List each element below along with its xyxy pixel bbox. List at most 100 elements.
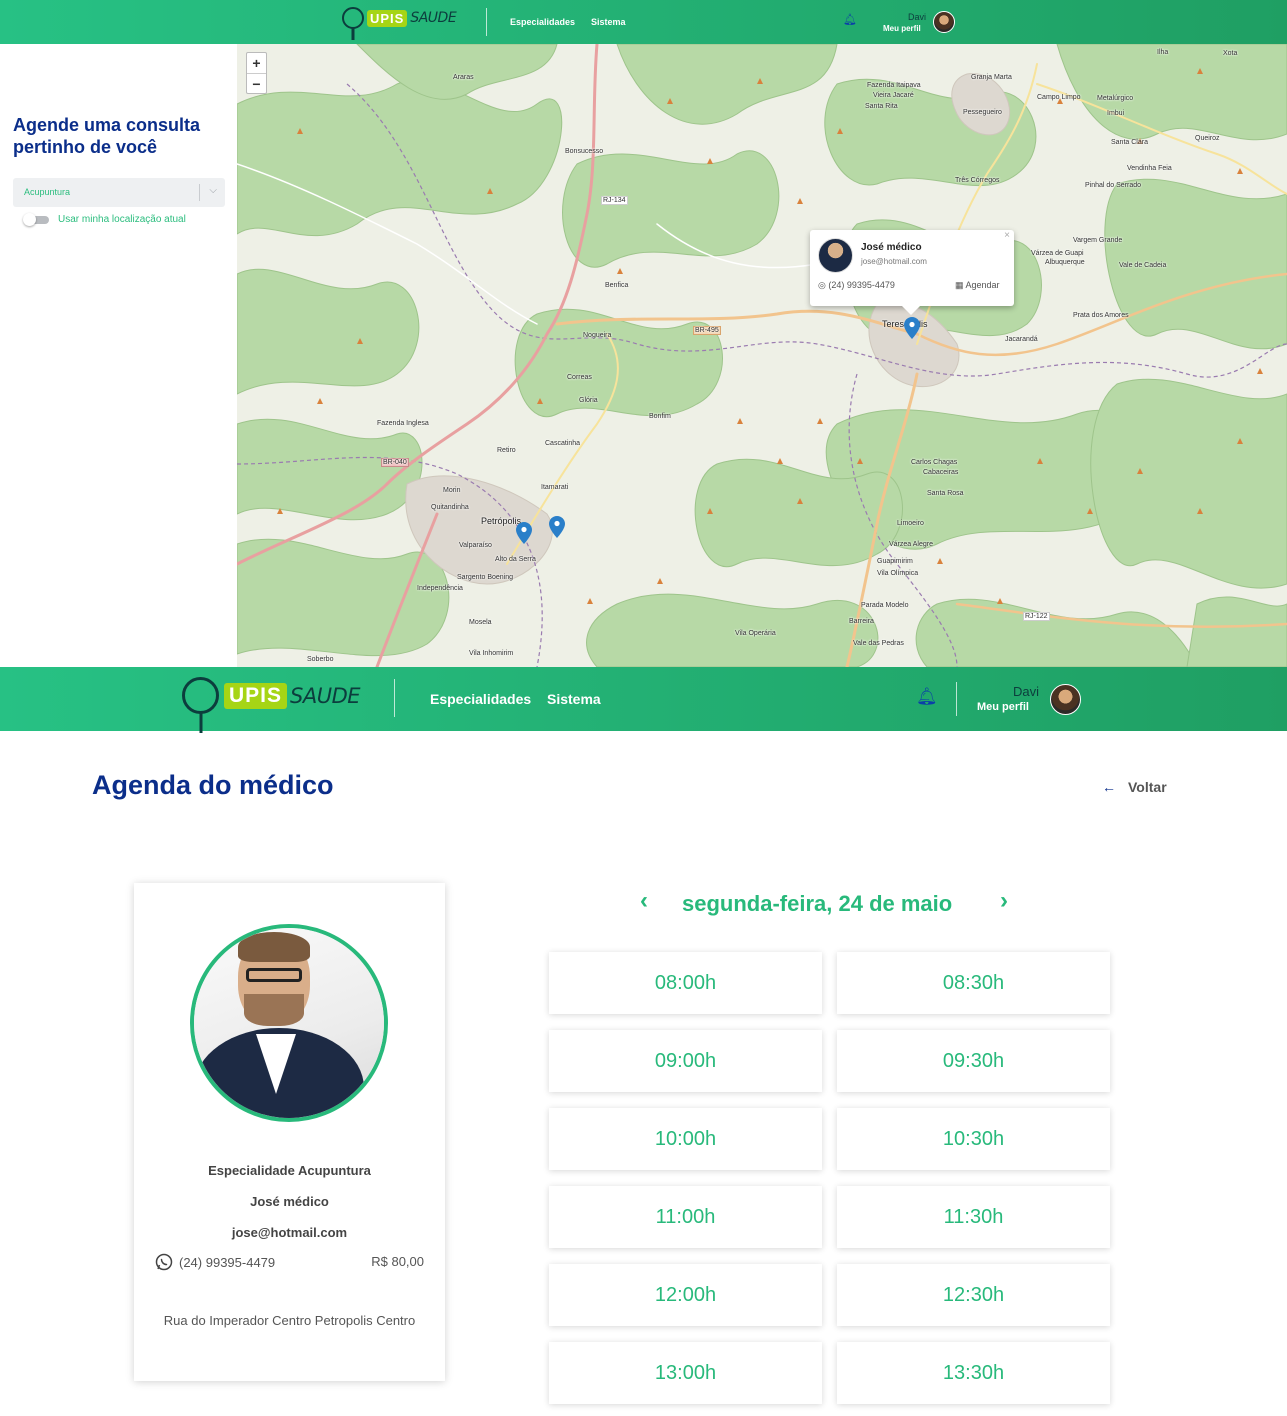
- chevron-left-icon[interactable]: ‹: [640, 887, 648, 915]
- map-place: Várzea Alegre: [889, 541, 933, 548]
- map-place: Guapimirim: [877, 558, 913, 565]
- doctor-map-popup: José médico jose@hotmail.com ◎ (24) 9939…: [810, 230, 1014, 315]
- close-icon[interactable]: ×: [1004, 230, 1010, 241]
- map-place: Vila Inhomirim: [469, 650, 514, 657]
- map-place: Jacarandá: [1005, 336, 1038, 343]
- upis-saude-logo[interactable]: UPIS SAUDE: [342, 7, 457, 29]
- bell-icon[interactable]: 🔔︎: [843, 13, 857, 26]
- map-place: Mosela: [469, 619, 492, 626]
- specialty-select[interactable]: Acupuntura ⌵: [13, 178, 225, 207]
- popup-schedule-button[interactable]: ▦ Agendar: [955, 280, 1000, 291]
- nav-especialidades[interactable]: Especialidades: [430, 691, 531, 707]
- user-name: Davi: [1012, 684, 1039, 699]
- map-place: Quitandinha: [431, 504, 469, 511]
- map-place: Santa Rita: [865, 103, 898, 110]
- map-place: Retiro: [497, 447, 516, 454]
- map-place: Vila Operária: [735, 630, 776, 637]
- map-place: Albuquerque: [1045, 259, 1085, 266]
- upis-saude-logo[interactable]: UPIS SAUDE: [182, 677, 361, 714]
- map-place: Morin: [443, 487, 461, 494]
- map-place: Valparaíso: [459, 542, 492, 549]
- time-slot[interactable]: 12:30h: [837, 1264, 1110, 1326]
- sidebar-title: Agende uma consulta pertinho de você: [13, 115, 201, 157]
- nav-sistema[interactable]: Sistema: [547, 691, 601, 707]
- header-divider: [956, 682, 957, 716]
- map-marker-icon[interactable]: [904, 317, 920, 339]
- map-place: Imbui: [1107, 110, 1125, 117]
- doctor-phone: (24) 99395-4479: [155, 1253, 275, 1271]
- map-place: Cascatinha: [545, 440, 581, 447]
- map-marker-icon[interactable]: [549, 516, 565, 538]
- user-name: Davi: [907, 12, 926, 22]
- doctor-name: José médico: [250, 1194, 329, 1209]
- nav-sistema[interactable]: Sistema: [591, 17, 626, 27]
- time-slot[interactable]: 09:30h: [837, 1030, 1110, 1092]
- avatar[interactable]: [933, 11, 955, 33]
- map-place: Campo Limpo: [1037, 94, 1081, 101]
- specialty-select-value: Acupuntura: [24, 187, 71, 197]
- map-place: Carlos Chagas: [911, 459, 958, 466]
- nav-especialidades[interactable]: Especialidades: [510, 17, 575, 27]
- time-slot[interactable]: 09:00h: [549, 1030, 822, 1092]
- map-place: Barreira: [849, 618, 874, 625]
- time-slot[interactable]: 08:30h: [837, 952, 1110, 1014]
- back-button[interactable]: ← Voltar: [1102, 779, 1167, 795]
- map-place: Parada Modelo: [861, 602, 909, 609]
- map-place: Santa Rosa: [927, 490, 964, 497]
- popup-phone: ◎ (24) 99395-4479: [818, 280, 895, 290]
- chevron-down-icon[interactable]: ⌵: [209, 185, 217, 196]
- time-slot[interactable]: 13:30h: [837, 1342, 1110, 1404]
- map-place: Vendinha Feia: [1127, 165, 1172, 172]
- location-toggle[interactable]: [23, 213, 49, 226]
- map-place: Nogueira: [583, 332, 612, 339]
- time-slot[interactable]: 10:30h: [837, 1108, 1110, 1170]
- map-place: Limoeiro: [897, 520, 924, 527]
- time-slot[interactable]: 11:30h: [837, 1186, 1110, 1248]
- select-separator: [199, 184, 200, 201]
- map-place: Vila Olímpica: [877, 570, 919, 577]
- time-slot[interactable]: 10:00h: [549, 1108, 822, 1170]
- map-marker-icon[interactable]: [516, 522, 532, 544]
- profile-link[interactable]: Meu perfil: [977, 701, 1029, 713]
- logo-ring-icon: [182, 677, 219, 714]
- whatsapp-icon: [155, 1253, 173, 1271]
- popup-doctor-email: jose@hotmail.com: [861, 257, 927, 266]
- map-place: Sargento Boening: [457, 574, 514, 581]
- doctor-specialty: Especialidade Acupuntura: [208, 1163, 371, 1178]
- doctor-photo: [190, 924, 388, 1122]
- header-divider: [486, 8, 487, 36]
- bell-icon[interactable]: 🔔︎: [916, 687, 938, 707]
- time-slot[interactable]: 13:00h: [549, 1342, 822, 1404]
- map-place: Independência: [417, 585, 463, 592]
- doctor-card: Especialidade Acupuntura José médico jos…: [134, 883, 445, 1381]
- map-place: Pinhal do Serrado: [1085, 182, 1142, 189]
- map-place: Ilha: [1157, 49, 1169, 56]
- selected-date: segunda-feira, 24 de maio: [682, 891, 953, 916]
- avatar[interactable]: [1050, 684, 1081, 715]
- map-place: Benfica: [605, 282, 629, 289]
- popup-doctor-name: José médico: [861, 242, 922, 253]
- map-place: Várzea de Guapi: [1031, 250, 1084, 257]
- time-slot[interactable]: 08:00h: [549, 952, 822, 1014]
- map-place: Bonfim: [649, 413, 671, 420]
- zoom-in-button[interactable]: +: [247, 53, 266, 73]
- chevron-right-icon[interactable]: ›: [1000, 887, 1008, 915]
- map-place: Xota: [1223, 50, 1238, 57]
- map-place: Granja Marta: [971, 74, 1012, 81]
- map-road-label: BR-495: [693, 326, 721, 335]
- map-place: Itamarati: [541, 484, 569, 491]
- top-header: UPIS SAUDE Especialidades Sistema 🔔︎ Dav…: [0, 0, 1287, 44]
- time-slot[interactable]: 11:00h: [549, 1186, 822, 1248]
- time-slot[interactable]: 12:00h: [549, 1264, 822, 1326]
- map-place: Santa Clara: [1111, 139, 1148, 146]
- date-navigator: ‹ segunda-feira, 24 de maio ›: [640, 887, 1020, 921]
- profile-link[interactable]: Meu perfil: [883, 24, 921, 33]
- map-place: Fazenda Inglesa: [377, 420, 429, 427]
- zoom-control: + −: [246, 52, 267, 94]
- map-place: Vale de Cadeia: [1119, 262, 1167, 269]
- map-view[interactable]: + − Xota Granja Marta Campo Limpo Vieira…: [237, 44, 1287, 667]
- map-place: Cabaceiras: [923, 469, 959, 476]
- map-place: Três Córregos: [955, 177, 1000, 184]
- map-sidebar: Agende uma consulta pertinho de você Acu…: [0, 44, 237, 667]
- zoom-out-button[interactable]: −: [247, 73, 266, 93]
